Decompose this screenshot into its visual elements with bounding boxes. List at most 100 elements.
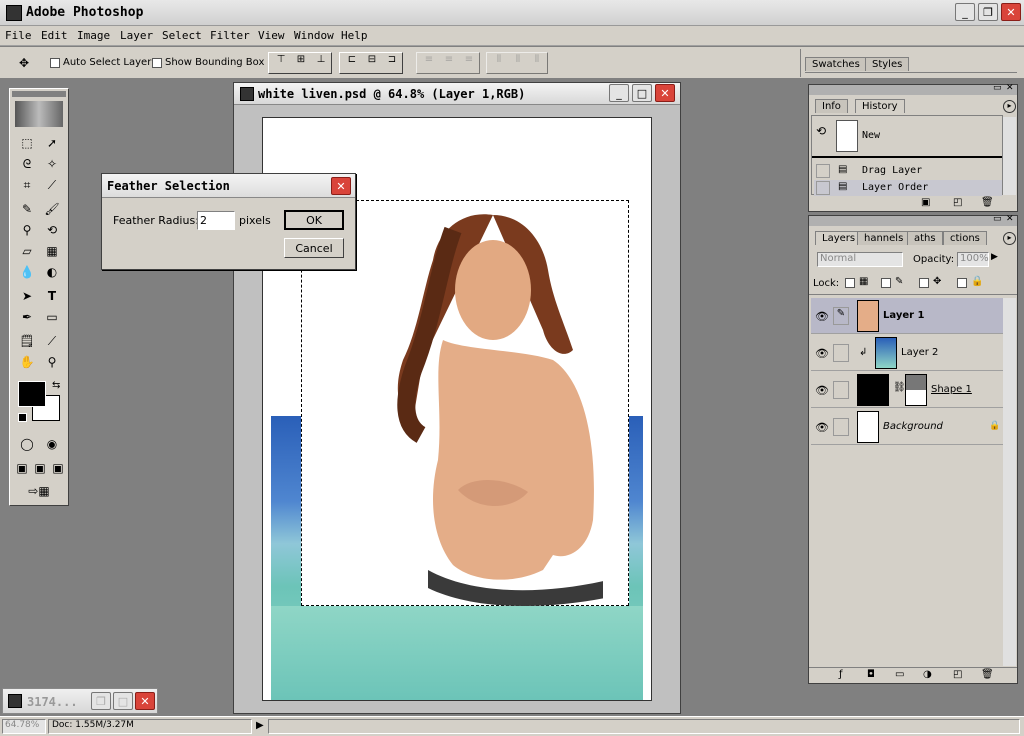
brush-tool-icon[interactable]: 🖌 <box>40 199 64 219</box>
menu-filter[interactable]: Filter <box>210 29 250 42</box>
jump-to-imageready-icon[interactable]: ⇨▦ <box>15 481 63 501</box>
swap-colors-icon[interactable]: ⇆ <box>52 380 60 391</box>
menu-edit[interactable]: Edit <box>41 29 68 42</box>
minimized-document[interactable]: 3174... ❐ □ ✕ <box>2 688 158 714</box>
new-layer-icon[interactable]: ◰ <box>953 669 962 680</box>
close-button[interactable]: ✕ <box>1001 3 1021 21</box>
new-snapshot-icon[interactable]: ◰ <box>953 197 962 208</box>
history-item[interactable]: ▤ Layer Order <box>814 180 1002 196</box>
history-palette-grip[interactable]: ▭ ✕ <box>809 83 1017 95</box>
tab-info[interactable]: Info <box>815 99 848 113</box>
link-box[interactable] <box>833 381 849 399</box>
doc-close-button[interactable]: ✕ <box>655 84 675 102</box>
distribute-top-icon[interactable]: ≡ <box>418 54 440 72</box>
menu-view[interactable]: View <box>258 29 285 42</box>
link-box[interactable] <box>833 418 849 436</box>
new-set-icon[interactable]: ▭ <box>895 669 904 680</box>
history-brush-tool-icon[interactable]: ⟲ <box>40 220 64 240</box>
eyedropper-tool-icon[interactable]: ⟋ <box>40 331 64 351</box>
blend-mode-select[interactable]: Normal <box>817 252 903 267</box>
snapshot-label[interactable]: New <box>862 130 880 141</box>
layer-row-layer-2[interactable]: 👁 ↲ Layer 2 <box>811 335 1007 371</box>
layer-row-layer-1[interactable]: 👁 ✎ Layer 1 <box>811 298 1007 334</box>
ok-button[interactable]: OK <box>284 210 344 230</box>
eraser-tool-icon[interactable]: ▱ <box>15 241 39 261</box>
close-icon[interactable]: ✕ <box>1006 214 1014 224</box>
move-tool-icon[interactable]: ➚ <box>40 133 64 153</box>
doc-maximize-button[interactable]: □ <box>632 84 652 102</box>
path-selection-tool-icon[interactable]: ➤ <box>15 286 39 306</box>
layer-row-shape-1[interactable]: 👁 ⛓ Shape 1 <box>811 372 1007 408</box>
zoom-tool-icon[interactable]: ⚲ <box>40 352 64 372</box>
auto-select-checkbox[interactable] <box>50 58 60 68</box>
opacity-input[interactable]: 100% <box>957 252 989 267</box>
history-brush-source-icon[interactable]: ⟲ <box>816 124 826 138</box>
restore-button[interactable]: ❐ <box>978 3 998 21</box>
blur-tool-icon[interactable]: 💧 <box>15 262 39 282</box>
align-middle-icon[interactable]: ⊞ <box>290 54 312 72</box>
tab-swatches[interactable]: Swatches <box>805 57 867 71</box>
menu-image[interactable]: Image <box>77 29 110 42</box>
lock-all-checkbox[interactable] <box>957 278 967 288</box>
standard-screen-icon[interactable]: ▣ <box>13 458 31 478</box>
adobe-online-icon[interactable] <box>15 101 63 127</box>
lock-image-checkbox[interactable] <box>881 278 891 288</box>
lock-position-checkbox[interactable] <box>919 278 929 288</box>
notes-tool-icon[interactable]: 🗒 <box>15 331 39 351</box>
distribute-middle-icon[interactable]: ≡ <box>438 54 460 72</box>
minimize-button[interactable]: _ <box>955 3 975 21</box>
tab-channels[interactable]: hannels <box>857 231 911 245</box>
tab-history[interactable]: History <box>855 99 905 113</box>
restore-button[interactable]: ❐ <box>91 692 111 710</box>
align-left-icon[interactable]: ⊏ <box>341 54 363 72</box>
history-scrollbar[interactable] <box>1003 117 1016 195</box>
move-tool-preset-icon[interactable]: ✥ <box>12 53 36 73</box>
menu-file[interactable]: File <box>5 29 32 42</box>
feather-radius-input[interactable] <box>197 211 235 230</box>
visibility-eye-icon[interactable]: 👁 <box>813 344 831 362</box>
pen-tool-icon[interactable]: ✒ <box>15 307 39 327</box>
distribute-bottom-icon[interactable]: ≡ <box>458 54 480 72</box>
clone-stamp-tool-icon[interactable]: ⚲ <box>15 220 39 240</box>
tab-actions[interactable]: ctions <box>943 231 987 245</box>
layers-scrollbar[interactable] <box>1003 298 1016 666</box>
rectangle-tool-icon[interactable]: ▭ <box>40 307 64 327</box>
marquee-tool-icon[interactable]: ⬚ <box>15 133 39 153</box>
adjustment-layer-icon[interactable]: ◑ <box>923 669 932 680</box>
zoom-field[interactable]: 64.78% <box>2 719 46 734</box>
type-tool-icon[interactable]: T <box>40 286 64 306</box>
hand-tool-icon[interactable]: ✋ <box>15 352 39 372</box>
visibility-eye-icon[interactable]: 👁 <box>813 307 831 325</box>
align-right-icon[interactable]: ⊐ <box>381 54 403 72</box>
link-box[interactable] <box>833 344 849 362</box>
dialog-title-bar[interactable]: Feather Selection ✕ <box>102 174 355 198</box>
cancel-button[interactable]: Cancel <box>284 238 344 258</box>
crop-tool-icon[interactable]: ⌗ <box>15 175 39 195</box>
align-bottom-icon[interactable]: ⊥ <box>310 54 332 72</box>
layers-palette-grip[interactable]: ▭ ✕ <box>809 214 1017 226</box>
opacity-arrow-icon[interactable]: ▶ <box>991 252 998 262</box>
visibility-eye-icon[interactable]: 👁 <box>813 418 831 436</box>
magic-wand-tool-icon[interactable]: ✧ <box>40 154 64 174</box>
layer-style-icon[interactable]: ƒ <box>839 669 843 680</box>
new-document-icon[interactable]: ▣ <box>921 197 930 208</box>
menu-select[interactable]: Select <box>162 29 202 42</box>
palette-menu-icon[interactable]: ▸ <box>1003 232 1016 245</box>
close-button[interactable]: ✕ <box>135 692 155 710</box>
palette-menu-icon[interactable]: ▸ <box>1003 100 1016 113</box>
bounding-box-checkbox[interactable] <box>152 58 162 68</box>
add-mask-icon[interactable]: ◘ <box>867 669 875 680</box>
menu-layer[interactable]: Layer <box>120 29 153 42</box>
slice-tool-icon[interactable]: ⟋ <box>40 175 64 195</box>
quick-mask-mode-icon[interactable]: ◉ <box>40 434 64 454</box>
menu-help[interactable]: Help <box>341 29 368 42</box>
dialog-close-button[interactable]: ✕ <box>331 177 351 195</box>
menu-window[interactable]: Window <box>294 29 334 42</box>
lasso-tool-icon[interactable]: ᘓ <box>15 154 39 174</box>
close-icon[interactable]: ✕ <box>1006 83 1014 93</box>
trash-icon[interactable]: 🗑 <box>981 669 994 680</box>
doc-minimize-button[interactable]: _ <box>609 84 629 102</box>
chain-link-icon[interactable]: ⛓ <box>893 382 906 393</box>
full-screen-menu-icon[interactable]: ▣ <box>31 458 49 478</box>
distribute-right-icon[interactable]: ⦀ <box>526 54 548 72</box>
